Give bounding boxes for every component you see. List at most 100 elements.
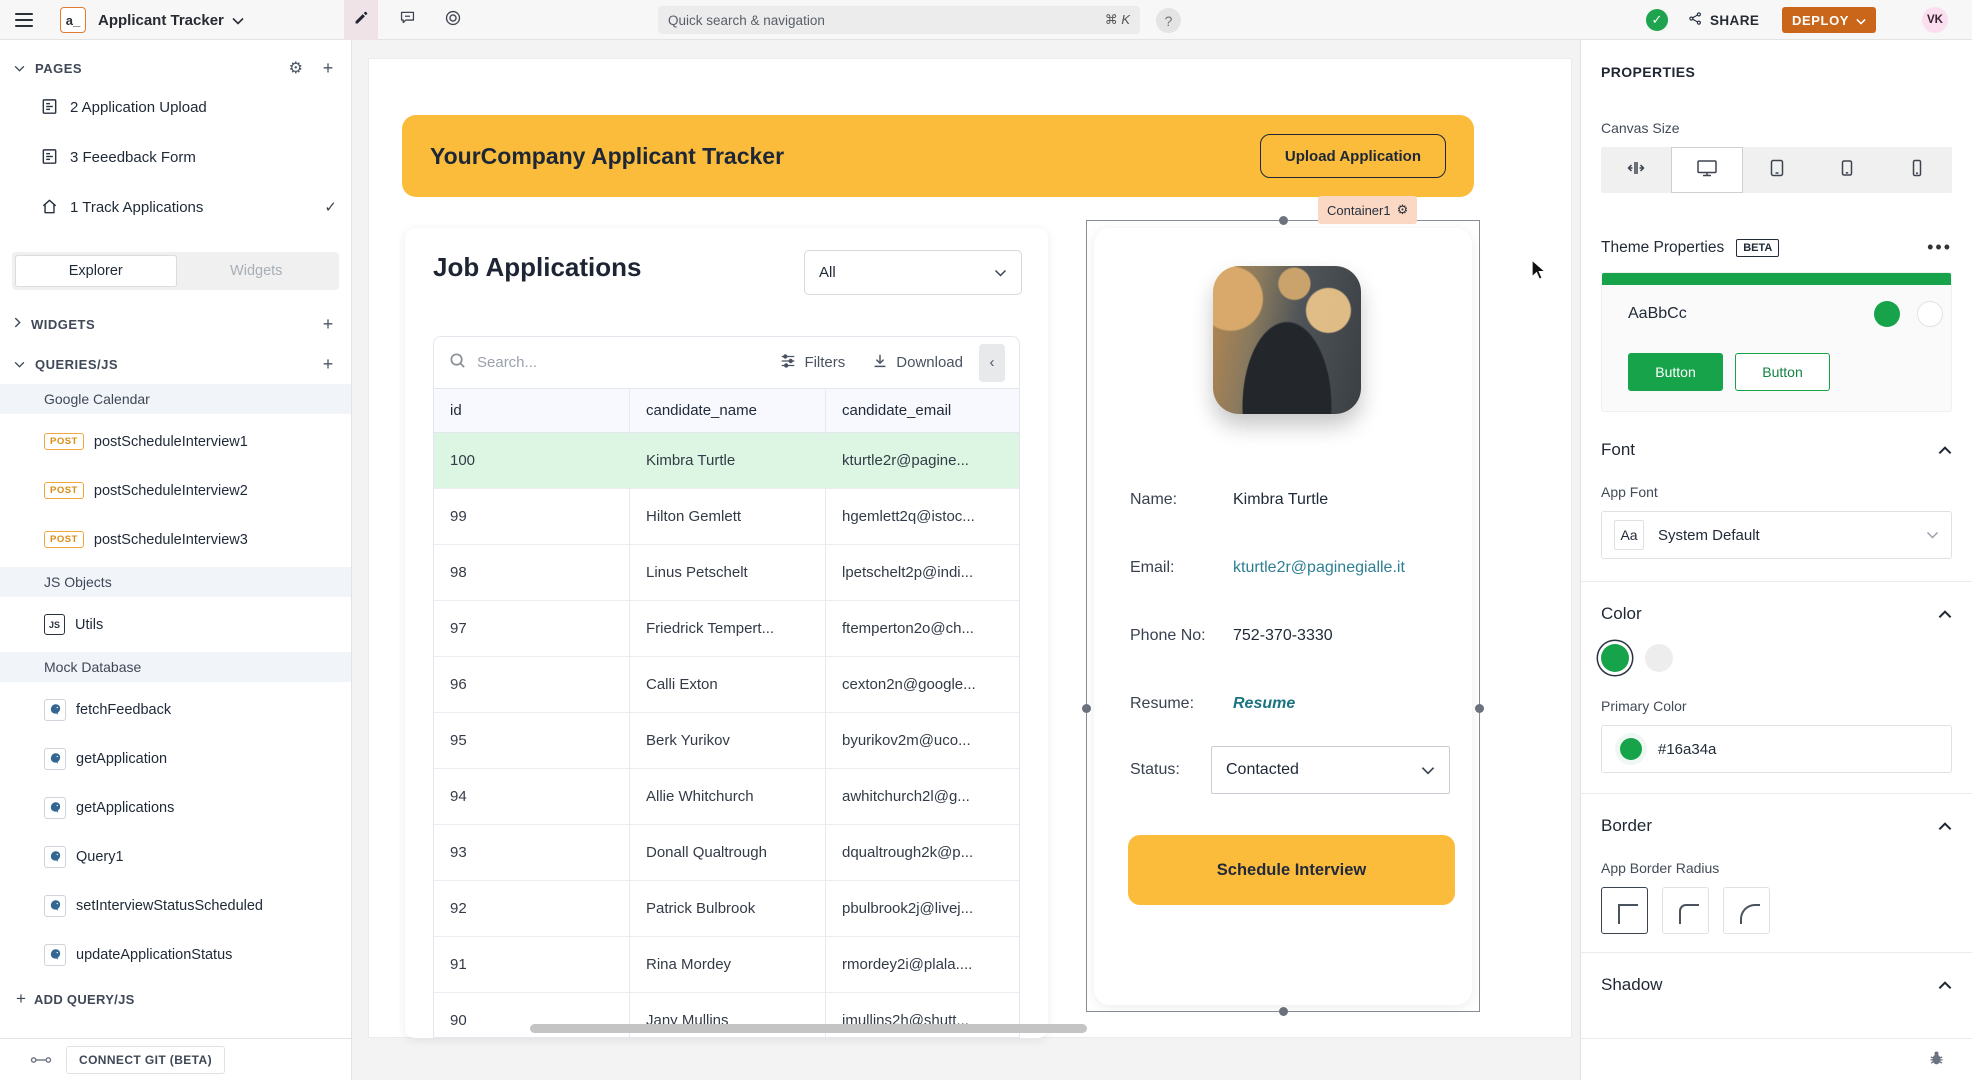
schedule-interview-button[interactable]: Schedule Interview [1128, 835, 1455, 905]
radius-medium-button[interactable] [1662, 887, 1709, 934]
color-section-header[interactable]: Color [1601, 604, 1952, 624]
query-label: Query1 [76, 849, 124, 865]
column-header-candidate-email[interactable]: candidate_email [826, 389, 1019, 432]
status-row: Status: Contacted [1130, 746, 1460, 794]
table-row[interactable]: 91 Rina Mordey rmordey2i@plala.... [434, 937, 1019, 993]
theme-properties-header: Theme Properties BETA ••• [1601, 237, 1952, 258]
table-row[interactable]: 100 Kimbra Turtle kturtle2r@pagine... [434, 433, 1019, 489]
query-item[interactable]: POST postScheduleInterview2 [0, 466, 351, 515]
container1-selection[interactable]: Name: Kimbra Turtle Email: kturtle2r@pag… [1086, 220, 1480, 1012]
theme-filled-button-preview: Button [1628, 353, 1723, 391]
status-select[interactable]: Contacted [1211, 746, 1450, 794]
query-label: getApplication [76, 751, 167, 767]
user-avatar[interactable]: VK [1922, 7, 1948, 33]
chevron-up-icon[interactable] [1938, 822, 1952, 831]
table-row[interactable]: 93 Donall Qualtrough dqualtrough2k@p... [434, 825, 1019, 881]
query-item[interactable]: setInterviewStatusScheduled [0, 881, 351, 930]
app-header-banner[interactable]: YourCompany Applicant Tracker Upload App… [402, 115, 1474, 197]
add-page-icon[interactable]: + [319, 58, 337, 79]
preview-mode-button[interactable] [436, 0, 470, 40]
table-row[interactable]: 92 Patrick Bulbrook pbulbrook2j@livej... [434, 881, 1019, 937]
table-row[interactable]: 95 Berk Yurikov byurikov2m@uco... [434, 713, 1019, 769]
pages-header[interactable]: PAGES ⚙ + [0, 54, 351, 82]
more-options-icon[interactable]: ••• [1927, 237, 1952, 258]
table-row[interactable]: 96 Calli Exton cexton2n@google... [434, 657, 1019, 713]
add-query-icon[interactable]: + [319, 354, 337, 375]
query-item[interactable]: getApplications [0, 783, 351, 832]
resize-handle-right[interactable] [1475, 704, 1484, 713]
column-header-id[interactable]: id [434, 389, 630, 432]
quick-search-input[interactable]: Quick search & navigation ⌘ K [658, 6, 1140, 34]
sidebar-page-item[interactable]: 2 Application Upload ✓ [0, 82, 351, 132]
canvas-size-mobile-button[interactable] [1882, 147, 1952, 193]
upload-application-button[interactable]: Upload Application [1260, 134, 1446, 178]
query-item[interactable]: JS Utils [0, 600, 351, 649]
column-header-candidate-name[interactable]: candidate_name [630, 389, 826, 432]
canvas-size-fluid-button[interactable] [1601, 147, 1671, 193]
horizontal-scrollbar[interactable] [530, 1024, 1087, 1033]
queries-section-header[interactable]: QUERIES/JS + [0, 350, 351, 378]
widgets-section-header[interactable]: WIDGETS + [0, 310, 351, 338]
app-title[interactable]: Applicant Tracker [98, 0, 244, 40]
gray-color-swatch[interactable] [1645, 644, 1673, 672]
query-item[interactable]: POST postScheduleInterview1 [0, 417, 351, 466]
tab-widgets[interactable]: Widgets [177, 255, 337, 287]
cell-candidate-name: Calli Exton [630, 657, 826, 712]
hamburger-menu-icon[interactable] [10, 0, 38, 40]
chevron-up-icon[interactable] [1938, 610, 1952, 619]
canvas-size-desktop-button[interactable] [1671, 147, 1743, 193]
query-group-header[interactable]: JS Objects [0, 567, 351, 597]
connect-git-button[interactable]: CONNECT GIT (BETA) [66, 1046, 225, 1074]
sidebar-page-item[interactable]: 3 Feeedback Form ✓ [0, 132, 351, 182]
table-row[interactable]: 97 Friedrick Tempert... ftemperton2o@ch.… [434, 601, 1019, 657]
edit-mode-button[interactable] [344, 0, 378, 40]
comment-mode-button[interactable] [390, 0, 424, 40]
deploy-button[interactable]: DEPLOY [1782, 7, 1876, 33]
resize-handle-bottom[interactable] [1279, 1007, 1288, 1016]
table-search-input[interactable]: Search... [477, 354, 537, 371]
container-widget-tag[interactable]: Container1 ⚙ [1318, 196, 1417, 224]
query-group-header[interactable]: Google Calendar [0, 384, 351, 414]
chevron-up-icon[interactable] [1938, 981, 1952, 990]
table-row[interactable]: 94 Allie Whitchurch awhitchurch2l@g... [434, 769, 1019, 825]
font-section-header[interactable]: Font [1601, 440, 1952, 460]
cell-candidate-email: cexton2n@google... [826, 657, 1019, 712]
canvas-size-tablet-button[interactable] [1812, 147, 1882, 193]
primary-color-input[interactable]: #16a34a [1601, 725, 1952, 773]
resize-handle-top[interactable] [1279, 216, 1288, 225]
query-item[interactable]: getApplication [0, 734, 351, 783]
query-item[interactable]: fetchFeedback [0, 685, 351, 734]
theme-primary-swatch [1874, 301, 1900, 327]
canvas-size-tablet-large-button[interactable] [1743, 147, 1813, 193]
shadow-section-header[interactable]: Shadow [1601, 975, 1952, 995]
radius-large-button[interactable] [1723, 887, 1770, 934]
collapse-panel-button[interactable]: ‹ [979, 344, 1005, 382]
add-widget-icon[interactable]: + [319, 314, 337, 335]
table-toolbar: Search... Filters Download ‹ [434, 337, 1019, 389]
border-section-header[interactable]: Border [1601, 816, 1952, 836]
resize-handle-left[interactable] [1082, 704, 1091, 713]
radius-none-button[interactable] [1601, 887, 1648, 934]
bug-icon[interactable] [1927, 1048, 1946, 1072]
add-query-js-button[interactable]: + ADD QUERY/JS [0, 979, 351, 1019]
query-item[interactable]: POST postScheduleInterview3 [0, 515, 351, 564]
query-group-header[interactable]: Mock Database [0, 652, 351, 682]
query-item[interactable]: updateApplicationStatus [0, 930, 351, 979]
help-button[interactable]: ? [1156, 8, 1181, 33]
query-item[interactable]: Query1 [0, 832, 351, 881]
download-button[interactable]: Download [871, 352, 963, 374]
share-button[interactable]: SHARE [1688, 0, 1759, 40]
widget-settings-icon[interactable]: ⚙ [1397, 202, 1409, 218]
filters-button[interactable]: Filters [779, 352, 845, 374]
table-filter-select[interactable]: All [804, 250, 1022, 295]
table-row[interactable]: 99 Hilton Gemlett hgemlett2q@istoc... [434, 489, 1019, 545]
green-color-swatch[interactable] [1601, 644, 1629, 672]
query-type-badge: JS [44, 614, 65, 635]
app-font-select[interactable]: Aa System Default [1601, 511, 1952, 559]
sidebar-page-item[interactable]: 1 Track Applications ✓ [0, 182, 351, 232]
tab-explorer[interactable]: Explorer [15, 255, 177, 287]
chevron-up-icon[interactable] [1938, 446, 1952, 455]
table-row[interactable]: 98 Linus Petschelt lpetschelt2p@indi... [434, 545, 1019, 601]
pages-settings-icon[interactable]: ⚙ [289, 58, 303, 78]
pencil-icon [353, 9, 370, 31]
